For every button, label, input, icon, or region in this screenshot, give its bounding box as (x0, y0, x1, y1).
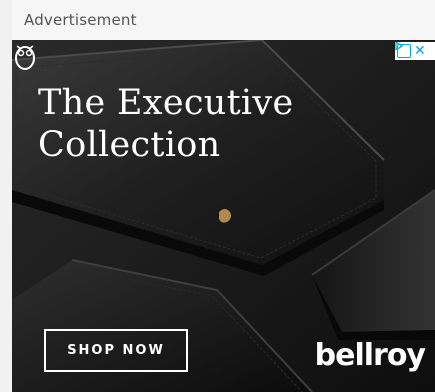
close-icon[interactable]: ✕ (414, 44, 426, 58)
shop-now-button[interactable]: SHOP NOW (44, 329, 188, 372)
ad-creative[interactable]: ✕ The Executive Collection SHOP NOW bell… (12, 40, 435, 392)
ad-label: Advertisement (24, 11, 137, 29)
ad-container: Advertisement ✕ The Executive Collection… (0, 0, 435, 392)
owl-logo-icon (15, 45, 35, 70)
brand-logo: bellroy (314, 338, 426, 373)
ad-label-bar: Advertisement (12, 0, 435, 41)
left-gutter (0, 0, 12, 392)
adchoices-badge[interactable]: ✕ (395, 42, 435, 60)
adchoices-icon[interactable] (395, 42, 411, 58)
ad-headline: The Executive Collection (38, 83, 294, 165)
